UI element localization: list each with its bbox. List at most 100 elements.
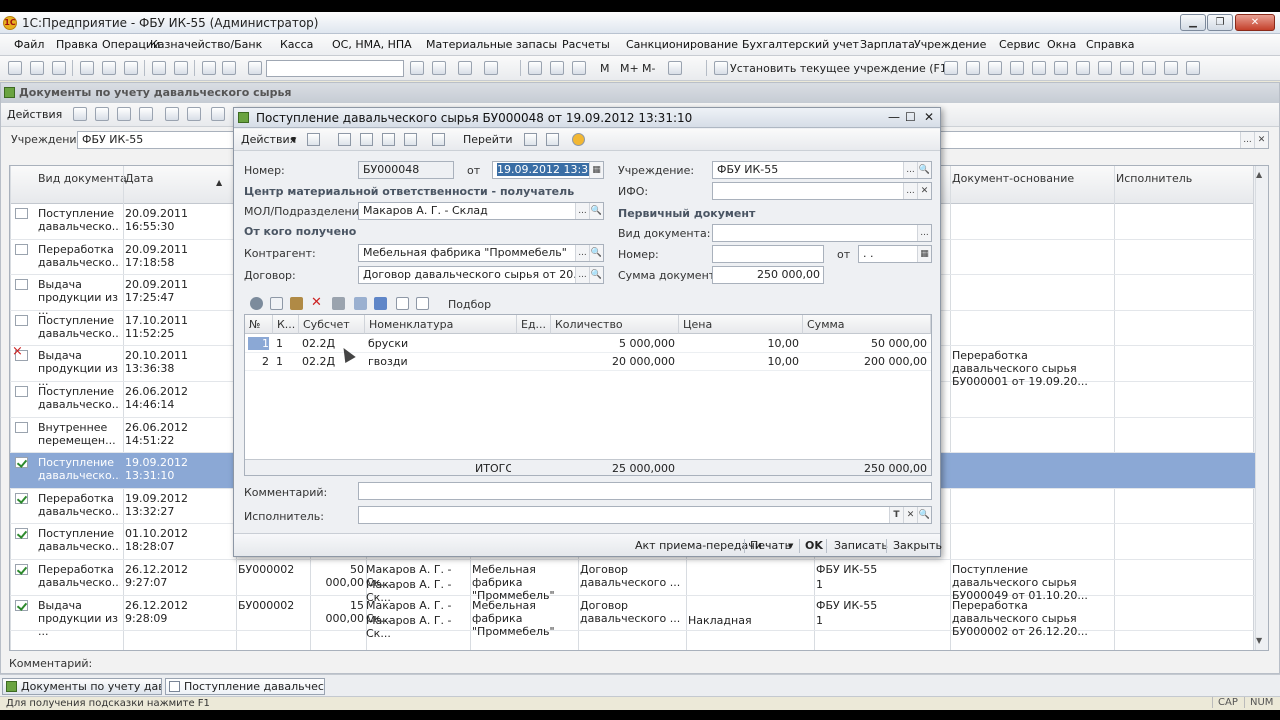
column-header[interactable]: Ед... xyxy=(517,315,551,334)
search-icon[interactable] xyxy=(248,61,262,75)
save-icon[interactable] xyxy=(52,61,66,75)
add-icon[interactable] xyxy=(73,107,87,121)
menu-item[interactable]: Правка xyxy=(56,38,98,51)
filter-icon[interactable] xyxy=(187,107,201,121)
copy-row-icon[interactable] xyxy=(270,297,283,310)
accounting-entries-icon[interactable] xyxy=(524,133,537,146)
col-doc-type[interactable]: Вид документа xyxy=(38,172,127,185)
list-actions-menu[interactable]: Действия xyxy=(7,108,62,121)
pick-button[interactable]: Подбор xyxy=(448,298,491,311)
menu-item[interactable]: Учреждение xyxy=(914,38,986,51)
post-icon[interactable] xyxy=(211,107,225,121)
calculator-icon[interactable] xyxy=(528,61,542,75)
delete-icon[interactable] xyxy=(139,107,153,121)
primary-number-input[interactable] xyxy=(712,245,824,263)
post-and-close-icon[interactable] xyxy=(307,133,320,146)
search-icon[interactable]: 🔍 xyxy=(589,245,603,261)
menu-item[interactable]: Зарплата xyxy=(860,38,915,51)
sort-desc-icon[interactable] xyxy=(416,297,429,310)
executor-input[interactable]: T ✕ 🔍 xyxy=(358,506,932,524)
tb-icon-1[interactable] xyxy=(944,61,958,75)
search-icon[interactable]: 🔍 xyxy=(917,507,931,523)
doc-type-input[interactable]: ... xyxy=(712,224,932,242)
menu-item[interactable]: Бухгалтерский учет xyxy=(742,38,859,51)
date-input[interactable]: 19.09.2012 13:31:10 ▦ xyxy=(492,161,604,179)
info-icon[interactable] xyxy=(484,61,498,75)
minimize-icon[interactable]: — xyxy=(888,110,900,124)
col-date[interactable]: Дата xyxy=(125,172,153,185)
search-icon[interactable]: 🔍 xyxy=(589,203,603,219)
clear-icon[interactable]: ✕ xyxy=(917,183,931,199)
print-icon[interactable] xyxy=(152,61,166,75)
goto-menu[interactable]: Перейти xyxy=(463,133,513,146)
memory-plus-button[interactable]: M+ xyxy=(620,62,639,75)
column-header[interactable]: Количество xyxy=(551,315,679,334)
chevron-down-icon[interactable]: ▼ xyxy=(291,136,296,144)
print-button[interactable]: Печать xyxy=(750,539,791,552)
select-icon[interactable]: ... xyxy=(1240,132,1254,148)
menu-item[interactable]: Касса xyxy=(280,38,313,51)
select-icon[interactable]: ... xyxy=(575,203,589,219)
tb-icon-9[interactable] xyxy=(1120,61,1134,75)
column-header[interactable]: Номенклатура xyxy=(365,315,517,334)
calendar-icon[interactable]: ▦ xyxy=(917,246,931,262)
window-icon[interactable] xyxy=(458,61,472,75)
task-documents-list[interactable]: Документы по учету дава... xyxy=(2,678,162,695)
institution-input[interactable]: ФБУ ИК-55 ... 🔍 xyxy=(712,161,932,179)
new-icon[interactable] xyxy=(8,61,22,75)
tb-icon-2[interactable] xyxy=(966,61,980,75)
copy-doc-icon[interactable] xyxy=(95,107,109,121)
end-edit-icon[interactable] xyxy=(332,297,345,310)
comment-input[interactable] xyxy=(358,482,932,500)
post-icon[interactable] xyxy=(382,133,395,146)
help-icon[interactable] xyxy=(572,133,585,146)
agent-input[interactable]: Мебельная фабрика "Проммебель" ... 🔍 xyxy=(358,244,604,262)
menu-item[interactable]: Окна xyxy=(1047,38,1076,51)
sort-icon[interactable]: ▲ xyxy=(216,178,222,187)
copy-icon[interactable] xyxy=(360,133,373,146)
edit-row-icon[interactable] xyxy=(290,297,303,310)
close-button[interactable]: ✕ xyxy=(1235,14,1275,31)
search-combo[interactable] xyxy=(266,60,404,77)
tb-icon-4[interactable] xyxy=(1010,61,1024,75)
interval-icon[interactable] xyxy=(165,107,179,121)
search-icon[interactable]: 🔍 xyxy=(589,267,603,283)
calendar-icon[interactable]: ▦ xyxy=(589,162,603,178)
number-input[interactable]: БУ000048 xyxy=(358,161,454,179)
task-receipt-doc[interactable]: Поступление давальчес...:10 xyxy=(165,678,325,695)
table-row[interactable]: Переработка давальческо... 26.12.2012 9:2… xyxy=(10,560,1255,604)
move-down-icon[interactable] xyxy=(374,297,387,310)
column-header[interactable]: Субсчет xyxy=(299,315,365,334)
reread-icon[interactable] xyxy=(338,133,351,146)
menu-item[interactable]: Сервис xyxy=(999,38,1040,51)
primary-date-input[interactable]: . . ▦ xyxy=(858,245,932,263)
column-header[interactable]: Цена xyxy=(679,315,803,334)
column-header[interactable]: № xyxy=(245,315,273,334)
save-button[interactable]: Записать xyxy=(834,539,888,552)
institution-icon[interactable] xyxy=(714,61,728,75)
tb-icon-8[interactable] xyxy=(1098,61,1112,75)
col-executor[interactable]: Исполнитель xyxy=(1116,172,1192,185)
paste-icon[interactable] xyxy=(124,61,138,75)
menu-item[interactable]: Справка xyxy=(1086,38,1134,51)
act-button[interactable]: Акт приема-передачи xyxy=(635,539,762,552)
maximize-button[interactable]: ❐ xyxy=(1207,14,1233,31)
delete-row-icon[interactable]: ✕ xyxy=(310,296,323,310)
memory-button[interactable]: M xyxy=(600,62,610,75)
minimize-button[interactable]: ▁ xyxy=(1180,14,1206,31)
close-button[interactable]: Закрыть xyxy=(893,539,942,552)
search-icon[interactable]: 🔍 xyxy=(917,162,931,178)
clear-icon[interactable]: ✕ xyxy=(1254,132,1268,148)
open-icon[interactable] xyxy=(30,61,44,75)
chevron-down-icon[interactable]: ▼ xyxy=(788,542,793,550)
document-actions-menu[interactable]: Действия xyxy=(241,133,296,146)
menu-item[interactable]: Файл xyxy=(14,38,44,51)
unpost-icon[interactable] xyxy=(404,133,417,146)
table-icon[interactable] xyxy=(572,61,586,75)
edit-icon[interactable] xyxy=(117,107,131,121)
menu-item[interactable]: Казначейство/Банк xyxy=(150,38,262,51)
set-institution-button[interactable]: Установить текущее учреждение (F11) xyxy=(730,62,958,75)
tb-icon-6[interactable] xyxy=(1054,61,1068,75)
tb-icon-3[interactable] xyxy=(988,61,1002,75)
sort-asc-icon[interactable] xyxy=(396,297,409,310)
